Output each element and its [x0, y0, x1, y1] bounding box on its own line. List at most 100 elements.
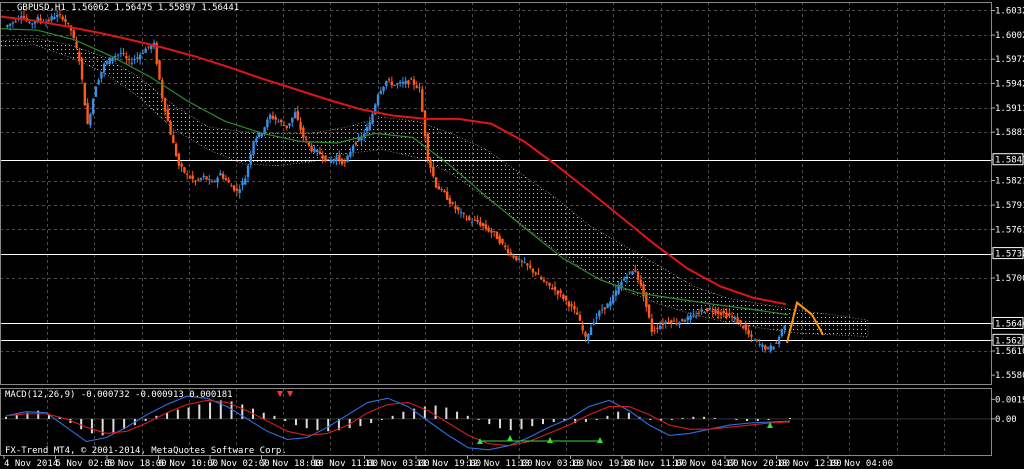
candle-body: [631, 271, 634, 275]
candle-body: [670, 320, 673, 324]
candle-body: [91, 99, 95, 114]
candle-body: [144, 48, 147, 53]
candle-body: [578, 314, 582, 321]
candle-body: [528, 265, 532, 268]
candle-body: [313, 148, 316, 152]
y-tick-label: 1.56100: [995, 347, 1024, 357]
candle-body: [741, 325, 745, 329]
macd-label: MACD(12,26,9) -0.000732 -0.000913 0.0001…: [5, 390, 233, 400]
candle-body: [421, 89, 424, 112]
candle-body: [769, 345, 772, 352]
candle-body: [321, 155, 324, 159]
candle-body: [780, 329, 784, 336]
candle-body: [119, 52, 122, 54]
candle-body: [540, 276, 543, 280]
candle-body: [398, 82, 402, 84]
candle-body: [310, 146, 313, 152]
candle-body: [694, 316, 698, 318]
candle-body: [512, 255, 515, 258]
candle-body: [661, 323, 665, 326]
candle-body: [728, 313, 731, 316]
candle-body: [542, 279, 546, 282]
candle-body: [667, 321, 670, 323]
candle-body: [410, 78, 413, 80]
candle-body: [703, 312, 706, 314]
candle-body: [764, 345, 767, 350]
candle-body: [567, 301, 571, 307]
candle-body: [639, 279, 642, 286]
candle-body: [498, 236, 501, 244]
candle-body: [180, 163, 183, 167]
candle-body: [412, 79, 416, 85]
candle-body: [429, 159, 432, 168]
y-tick-label: 1.56232: [995, 336, 1024, 346]
candle-body: [89, 114, 92, 126]
y-tick-label: 1.59420: [995, 79, 1024, 89]
candle-body: [490, 230, 493, 233]
candle-body: [526, 263, 529, 266]
candle-body: [6, 25, 9, 28]
candle-body: [382, 86, 385, 92]
candle-body: [606, 303, 609, 309]
macd-y-tick-label: 0.001904: [995, 395, 1024, 405]
candle-body: [575, 312, 579, 315]
candle-body: [31, 23, 34, 25]
candle-body: [484, 224, 488, 229]
y-tick-label: 1.57005: [995, 274, 1024, 284]
candle-body: [138, 54, 142, 59]
candle-body: [108, 57, 111, 65]
y-tick-label: 1.57910: [995, 201, 1024, 211]
candle-body: [766, 347, 770, 349]
candle-body: [340, 158, 344, 165]
candle-body: [468, 216, 471, 221]
candle-body: [255, 138, 258, 142]
candle-body: [465, 218, 468, 220]
candle-body: [387, 79, 391, 81]
candle-body: [130, 62, 134, 64]
candle-body: [244, 178, 247, 185]
candle-body: [404, 80, 407, 84]
macd-y-tick-label: 0.00: [995, 415, 1017, 425]
candle-body: [274, 116, 277, 120]
candle-body: [448, 198, 452, 204]
candle-body: [304, 138, 308, 140]
candle-body: [636, 271, 640, 280]
candle-body: [227, 179, 230, 183]
candle-body: [744, 324, 748, 331]
candle-body: [271, 115, 275, 119]
candle-body: [307, 142, 311, 145]
candle-body: [208, 179, 211, 181]
candle-body: [11, 22, 15, 24]
candle-body: [174, 143, 178, 156]
candle-body: [177, 153, 181, 166]
candle-body: [216, 177, 219, 183]
candle-body: [205, 176, 208, 180]
candle-body: [393, 84, 396, 86]
candle-body: [534, 272, 537, 275]
candle-body: [147, 46, 150, 48]
candle-body: [758, 343, 761, 345]
candle-body: [562, 294, 565, 300]
candle-body: [14, 21, 17, 23]
candle-body: [58, 14, 62, 16]
candle-body: [517, 258, 521, 260]
candle-body: [280, 119, 283, 123]
candle-body: [650, 318, 654, 332]
y-tick-label: 1.58215: [995, 177, 1024, 187]
candle-body: [683, 320, 687, 322]
candle-body: [28, 22, 31, 24]
candle-body: [365, 127, 369, 132]
candle-body: [653, 330, 656, 332]
candle-body: [202, 175, 205, 177]
candle-body: [434, 177, 438, 188]
candle-body: [169, 121, 172, 135]
candle-body: [315, 149, 319, 153]
candle-body: [100, 71, 103, 79]
y-tick-label: 1.59115: [995, 104, 1024, 114]
candle-body: [598, 311, 601, 317]
candle-body: [268, 114, 272, 120]
candle-body: [761, 344, 764, 347]
candle-body: [705, 308, 709, 312]
candle-body: [658, 325, 662, 329]
candle-body: [570, 304, 573, 307]
